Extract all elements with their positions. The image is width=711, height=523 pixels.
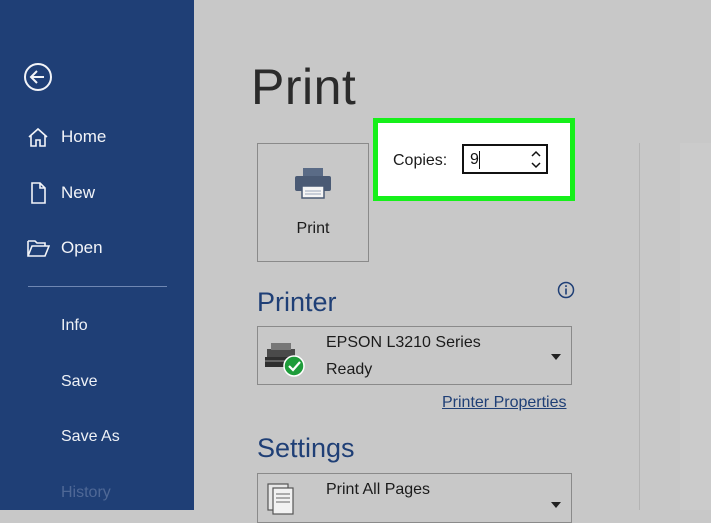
sidebar-item-save[interactable]: Save: [61, 373, 97, 391]
dropdown-arrow-icon: [551, 502, 561, 508]
sidebar-item-history[interactable]: History: [61, 484, 111, 502]
sidebar-item-label: Home: [61, 127, 107, 146]
home-icon: [28, 127, 48, 147]
chevron-down-icon[interactable]: [530, 160, 542, 170]
copies-highlight-frame: Copies:: [373, 118, 575, 201]
printer-select[interactable]: EPSON L3210 Series Ready: [257, 326, 572, 385]
text-caret: [479, 151, 480, 169]
preview-divider: [639, 143, 640, 510]
print-preview-area: [680, 143, 711, 510]
printer-icon: [295, 168, 331, 199]
sidebar-item-home[interactable]: Home: [0, 115, 194, 159]
sidebar-divider: [28, 286, 167, 287]
folder-open-icon: [27, 240, 50, 257]
printer-properties-link[interactable]: Printer Properties: [442, 394, 567, 412]
printer-heading: Printer: [257, 287, 337, 317]
info-icon[interactable]: [557, 281, 575, 299]
dropdown-arrow-icon: [551, 354, 561, 360]
sidebar-item-label: Open: [61, 238, 103, 257]
copies-label: Copies:: [393, 152, 448, 169]
print-pages-select[interactable]: Print All Pages: [257, 473, 572, 523]
sidebar-item-label: New: [61, 183, 96, 202]
chevron-up-icon[interactable]: [530, 149, 542, 159]
new-document-icon: [31, 182, 46, 204]
sidebar-item-open[interactable]: Open: [0, 226, 194, 270]
back-arrow-icon[interactable]: [23, 62, 53, 92]
sidebar-item-new[interactable]: New: [0, 171, 194, 215]
copies-stepper[interactable]: [462, 144, 548, 174]
printer-status: Ready: [326, 361, 373, 378]
sidebar-item-info[interactable]: Info: [61, 317, 88, 335]
settings-heading: Settings: [257, 433, 355, 463]
pages-icon: [267, 483, 294, 515]
print-pane: Print Print Copies: Printer: [194, 0, 711, 523]
backstage-sidebar: Home New Open Info Save Save As History: [0, 0, 194, 510]
page-title: Print: [251, 59, 357, 115]
print-button-label: Print: [296, 220, 330, 237]
print-pages-label: Print All Pages: [326, 481, 431, 498]
print-button[interactable]: Print: [257, 143, 369, 262]
sidebar-item-save-as[interactable]: Save As: [61, 428, 120, 446]
printer-ready-icon: [265, 343, 305, 377]
printer-name: EPSON L3210 Series: [326, 334, 481, 351]
